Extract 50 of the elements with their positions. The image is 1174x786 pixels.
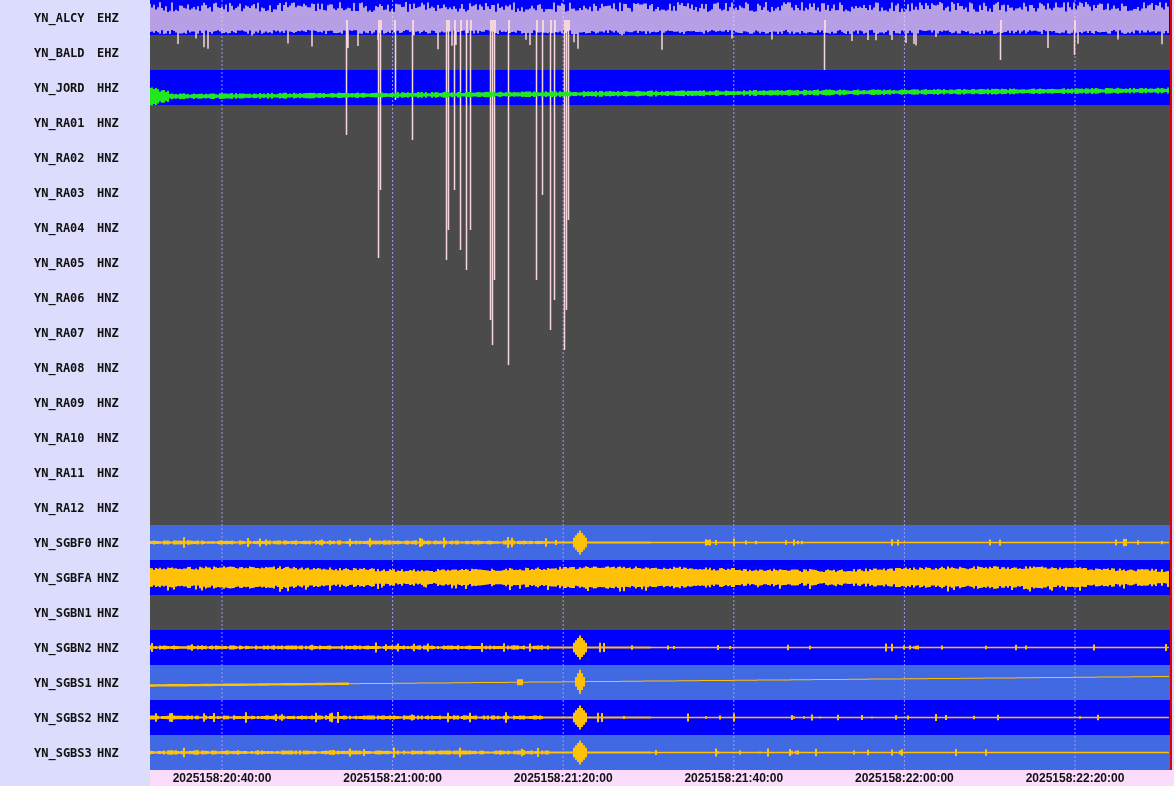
station-label: YN_RA12: [34, 499, 86, 517]
time-label: 2025158:21:40:00: [684, 771, 784, 785]
channel-label: HNZ: [97, 499, 119, 517]
station-label: YN_RA06: [34, 289, 86, 307]
station-label: YN_RA02: [34, 149, 86, 167]
time-label: 2025158:21:20:00: [513, 771, 613, 785]
channel-label: HNZ: [97, 394, 119, 412]
station-label: YN_RA11: [34, 464, 86, 482]
time-label: 2025158:22:00:00: [855, 771, 954, 785]
channel-label: HNZ: [97, 254, 119, 272]
channel-label: HHZ: [97, 79, 119, 97]
channel-label: EHZ: [97, 9, 119, 27]
station-label: YN_RA08: [34, 359, 86, 377]
channel-label: HNZ: [97, 604, 119, 622]
channel-label: HNZ: [97, 569, 119, 587]
station-label: YN_ALCY: [34, 9, 86, 27]
station-label: YN_RA09: [34, 394, 86, 412]
channel-label: HNZ: [97, 709, 119, 727]
station-label: YN_SGBN1: [34, 604, 93, 622]
channel-label: HNZ: [97, 289, 119, 307]
channel-label: HNZ: [97, 149, 119, 167]
station-label: YN_SGBS3: [34, 744, 93, 762]
station-label: YN_BALD: [34, 44, 86, 62]
channel-label: HNZ: [97, 674, 119, 692]
time-label: 2025158:21:00:00: [343, 771, 442, 785]
time-label: 2025158:20:40:00: [172, 771, 272, 785]
station-label: YN_SGBN2: [34, 639, 93, 657]
station-label: YN_SGBS1: [34, 674, 93, 692]
time-label: 2025158:22:20:00: [1025, 771, 1125, 785]
channel-label: HNZ: [97, 324, 119, 342]
station-label: YN_SGBS2: [34, 709, 93, 727]
station-label: YN_RA04: [34, 219, 86, 237]
channel-label: HNZ: [97, 534, 119, 552]
station-label: YN_JORD: [34, 79, 86, 97]
channel-label: HNZ: [97, 219, 119, 237]
station-label: YN_RA10: [34, 429, 86, 447]
station-label: YN_SGBFA: [34, 569, 93, 587]
station-label: YN_SGBF0: [34, 534, 93, 552]
channel-label: HNZ: [97, 184, 119, 202]
station-label: YN_RA05: [34, 254, 86, 272]
channel-label: HNZ: [97, 639, 119, 657]
channel-label: HNZ: [97, 359, 119, 377]
station-label: YN_RA03: [34, 184, 86, 202]
station-label: YN_RA07: [34, 324, 86, 342]
channel-label: EHZ: [97, 44, 119, 62]
channel-label: HNZ: [97, 464, 119, 482]
station-label: YN_RA01: [34, 114, 86, 132]
channel-label: HNZ: [97, 429, 119, 447]
channel-label: HNZ: [97, 744, 119, 762]
channel-label: HNZ: [97, 114, 119, 132]
